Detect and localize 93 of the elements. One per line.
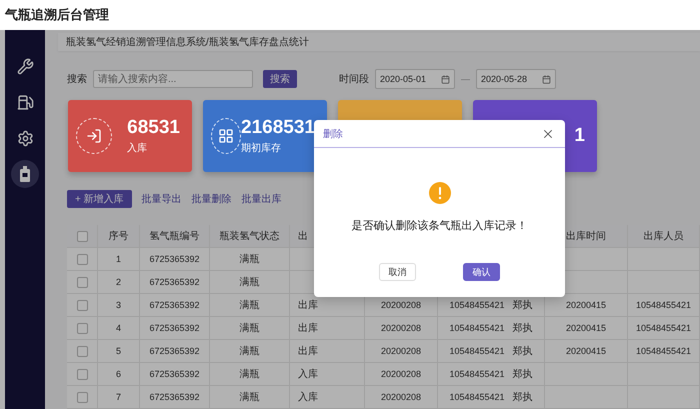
- search-field[interactable]: 请输入搜索内容...: [93, 70, 253, 88]
- app-title: 气瓶追溯后台管理: [5, 6, 109, 24]
- table-cell: 6725365392: [149, 277, 200, 287]
- table-cell: 6725365392: [149, 369, 200, 379]
- table-cell-text: 郑执: [512, 368, 533, 381]
- table-cell: 20200208: [380, 346, 422, 356]
- table-cell-text: 郑执: [512, 322, 533, 335]
- table-cell: 20200415: [566, 346, 606, 356]
- row-checkbox[interactable]: [76, 322, 88, 334]
- table-cell-text: 满瓶: [240, 276, 260, 289]
- tools-icon: [16, 58, 34, 74]
- stat-label: 入库: [127, 142, 148, 155]
- column-header: 出: [298, 230, 308, 243]
- cancel-button[interactable]: 取消: [379, 263, 416, 281]
- table-cell: 6725365392: [149, 300, 200, 310]
- action-link[interactable]: 批量删除: [192, 192, 232, 206]
- table-cell-text: 10548455421: [449, 346, 505, 356]
- column-header: 序号: [108, 230, 128, 243]
- date-range-label: 时间段: [339, 72, 369, 86]
- table-cell: 20200208: [380, 323, 422, 333]
- table-cell-text: 满瓶: [240, 390, 260, 404]
- table-cell-text: 满瓶: [240, 322, 260, 335]
- row-checkbox[interactable]: [76, 368, 88, 380]
- table-cell: 20200415: [566, 323, 606, 333]
- table-cell-text: 10548455421: [449, 323, 505, 333]
- table-cell: 20200208: [380, 369, 422, 379]
- table-cell: 20200208: [380, 392, 422, 402]
- stat-value: 2168531: [241, 117, 315, 139]
- column-header: 氢气瓶编号: [150, 230, 200, 243]
- table-cell-text: 满瓶: [240, 368, 260, 381]
- calendar-icon: [542, 74, 551, 84]
- stat-value: 1: [574, 125, 585, 147]
- table-cell: 6: [116, 369, 121, 379]
- fuel-pump-icon: [16, 94, 34, 110]
- table-cell-text: 10548455421: [449, 392, 505, 402]
- search-label: 搜索: [67, 72, 87, 86]
- gear-icon: [16, 130, 34, 146]
- stat-value: 68531: [127, 117, 180, 139]
- confirm-button[interactable]: 确认: [463, 263, 500, 281]
- table-cell-text: 满瓶: [240, 298, 260, 312]
- table-cell: 7: [116, 392, 121, 402]
- table-cell-text: 出库: [298, 344, 318, 358]
- column-header: 瓶装氢气状态: [220, 230, 280, 243]
- table-cell: 20200208: [380, 300, 422, 310]
- add-button[interactable]: + 新增入库: [67, 190, 132, 208]
- stat-label: 期初库存: [241, 142, 282, 155]
- warning-icon: [428, 182, 450, 204]
- row-checkbox[interactable]: [76, 346, 88, 356]
- dialog-message: 是否确认删除该条气瓶出入库记录！: [352, 218, 528, 233]
- table-cell: 1: [116, 254, 121, 264]
- select-all-checkbox[interactable]: [76, 230, 88, 242]
- table-cell: 2: [116, 277, 121, 287]
- table-cell: 5: [116, 346, 121, 356]
- table-cell-text: 10548455421: [449, 369, 505, 379]
- table-cell: 6725365392: [149, 323, 200, 333]
- row-checkbox[interactable]: [76, 276, 88, 288]
- row-checkbox[interactable]: [76, 300, 88, 310]
- table-cell-text: 10548455421: [449, 300, 505, 310]
- table-cell: 10548455421: [636, 346, 692, 356]
- table-cell: 6725365392: [149, 392, 200, 402]
- table-cell-text: 出库: [298, 322, 318, 335]
- bottle-icon: [19, 166, 31, 182]
- table-cell-text: 郑执: [512, 298, 533, 312]
- table-cell-text: 郑执: [512, 344, 533, 358]
- sidebar-item[interactable]: [11, 160, 39, 188]
- table-cell: 3: [116, 300, 121, 310]
- row-checkbox[interactable]: [76, 392, 88, 402]
- table-cell: 20200415: [566, 300, 606, 310]
- end-date-field[interactable]: 2020-05-28: [476, 69, 556, 89]
- table-cell: 6725365392: [149, 346, 200, 356]
- calendar-icon: [441, 74, 450, 84]
- table-cell-text: 满瓶: [240, 344, 260, 358]
- start-date-field[interactable]: 2020-05-01: [375, 69, 455, 89]
- table-cell-text: 入库: [298, 368, 318, 381]
- enter-icon: [86, 128, 102, 144]
- row-checkbox[interactable]: [76, 254, 88, 264]
- column-header: 出库时间: [566, 230, 606, 243]
- search-button[interactable]: 搜索: [263, 70, 297, 88]
- table-cell: 10548455421: [636, 300, 692, 310]
- table-cell: 10548455421: [636, 323, 692, 333]
- table-cell-text: 满瓶: [240, 252, 260, 266]
- column-header: 出库人员: [644, 230, 684, 243]
- action-link[interactable]: 批量导出: [142, 192, 182, 206]
- grid-icon: [218, 128, 234, 144]
- table-cell: 4: [116, 323, 121, 333]
- breadcrumb: 瓶装氢气经销追溯管理信息系统/瓶装氢气库存盘点统计: [58, 33, 700, 51]
- table-cell-text: 郑执: [512, 390, 533, 404]
- table-cell: 6725365392: [149, 254, 200, 264]
- range-separator: —: [461, 74, 470, 84]
- dialog-title: 删除: [323, 128, 343, 140]
- action-link[interactable]: 批量出库: [242, 192, 282, 206]
- table-cell-text: 入库: [298, 390, 318, 404]
- table-cell-text: 出库: [298, 298, 318, 312]
